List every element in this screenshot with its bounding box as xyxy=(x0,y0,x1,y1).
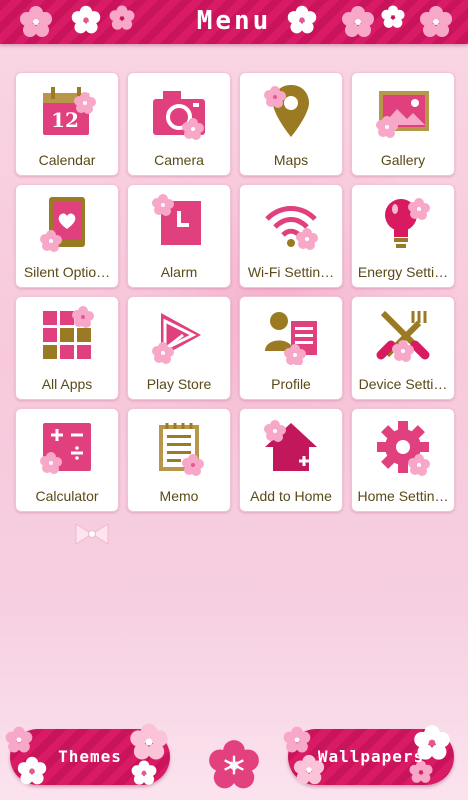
sakura-flower-icon xyxy=(209,740,259,789)
ribbon-bow-icon xyxy=(75,523,109,545)
app-tile-silent-options[interactable]: Silent Optio… xyxy=(15,184,119,288)
sakura-flower-icon xyxy=(381,5,405,28)
app-label: Alarm xyxy=(160,264,198,280)
alarm-icon xyxy=(152,194,201,245)
app-tile-device-settings[interactable]: Device Setti… xyxy=(351,296,455,400)
map-pin-icon xyxy=(264,85,309,137)
app-label: Profile xyxy=(271,376,311,392)
profile-card-icon xyxy=(265,312,317,365)
app-label: All Apps xyxy=(41,376,93,392)
sakura-flower-icon xyxy=(420,6,452,37)
calculator-icon xyxy=(40,423,91,474)
lightbulb-icon xyxy=(385,198,430,248)
app-tile-wifi-settings[interactable]: Wi-Fi Settin… xyxy=(239,184,343,288)
tablet-heart-icon xyxy=(40,197,85,252)
app-label: Calendar xyxy=(38,152,96,168)
gallery-icon xyxy=(376,91,429,138)
themes-button[interactable]: Themes xyxy=(5,723,170,785)
app-tile-gallery[interactable]: Gallery xyxy=(351,72,455,176)
svg-text:12: 12 xyxy=(51,108,79,132)
app-label: Camera xyxy=(154,152,204,168)
app-tile-play-store[interactable]: Play Store xyxy=(127,296,231,400)
app-tile-memo[interactable]: Memo xyxy=(127,408,231,512)
app-tile-profile[interactable]: Profile xyxy=(239,296,343,400)
grid-icon xyxy=(43,306,94,359)
app-label: Memo xyxy=(159,488,199,504)
app-tile-add-to-home[interactable]: Add to Home xyxy=(239,408,343,512)
app-label: Gallery xyxy=(380,152,426,168)
play-store-icon xyxy=(152,313,201,364)
sakura-flower-icon xyxy=(287,5,317,34)
app-tile-alarm[interactable]: Alarm xyxy=(127,184,231,288)
memo-icon xyxy=(159,423,204,476)
app-tile-calendar[interactable]: 12 Calendar xyxy=(15,72,119,176)
app-label: Play Store xyxy=(146,376,212,392)
themes-label: Themes xyxy=(58,747,122,766)
app-tile-home-settings[interactable]: Home Settin… xyxy=(351,408,455,512)
sakura-flower-icon xyxy=(342,6,374,37)
app-tile-maps[interactable]: Maps xyxy=(239,72,343,176)
app-tile-camera[interactable]: Camera xyxy=(127,72,231,176)
app-label: Wi-Fi Settin… xyxy=(247,264,335,280)
app-label: Home Settin… xyxy=(357,488,449,504)
app-tile-all-apps[interactable]: All Apps xyxy=(15,296,119,400)
app-tile-calculator[interactable]: Calculator xyxy=(15,408,119,512)
app-label: Add to Home xyxy=(250,488,332,504)
calendar-icon: 12 xyxy=(43,87,96,135)
add-home-icon xyxy=(264,420,317,471)
wallpapers-label: Wallpapers xyxy=(317,747,425,766)
app-label: Calculator xyxy=(35,488,99,504)
app-label: Energy Setti… xyxy=(357,264,449,280)
wifi-icon xyxy=(265,206,318,250)
gear-icon xyxy=(377,421,430,476)
camera-icon xyxy=(153,91,205,140)
app-label: Maps xyxy=(273,152,309,168)
header-bar: Menu xyxy=(0,0,468,44)
app-label: Device Setti… xyxy=(358,376,448,392)
wallpapers-button[interactable]: Wallpapers xyxy=(283,725,454,785)
app-tile-energy-settings[interactable]: Energy Setti… xyxy=(351,184,455,288)
app-label: Silent Optio… xyxy=(23,264,111,280)
tools-icon xyxy=(376,310,430,362)
